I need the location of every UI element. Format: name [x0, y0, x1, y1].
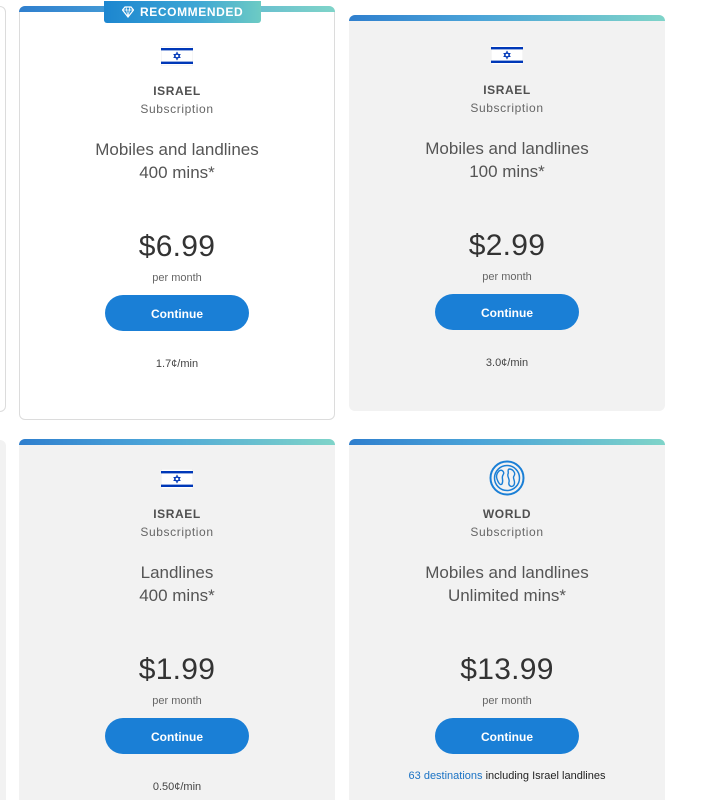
plan-desc-line1: Landlines — [140, 563, 214, 582]
plan-rate: 1.7¢/min — [155, 358, 199, 370]
plan-period: per month — [482, 271, 532, 283]
offscreen-plan-card[interactable] — [0, 6, 6, 412]
plan-desc-line2: 400 mins* — [139, 163, 215, 182]
subscription-plans-page: RECOMMENDED ISRAEL Subscription Mobiles … — [0, 0, 709, 800]
plan-card-israel-100[interactable]: ISRAEL Subscription Mobiles and landline… — [349, 15, 665, 411]
plan-price: $1.99 — [138, 653, 216, 686]
plan-price: $6.99 — [138, 230, 216, 263]
plan-card-israel-landlines[interactable]: ISRAEL Subscription Landlines 400 mins* … — [19, 439, 335, 800]
plan-desc-line2: Unlimited mins* — [447, 586, 567, 605]
card-top-accent — [19, 439, 335, 445]
plan-desc-line2: 100 mins* — [469, 162, 545, 181]
plan-country: ISRAEL — [483, 83, 531, 97]
plan-period: per month — [482, 695, 532, 707]
recommended-badge: RECOMMENDED — [104, 1, 262, 23]
plan-desc-line2: 400 mins* — [139, 586, 215, 605]
card-top-accent — [349, 439, 665, 445]
plan-period: per month — [152, 272, 202, 284]
plan-card-israel-400[interactable]: RECOMMENDED ISRAEL Subscription Mobiles … — [19, 1, 335, 420]
destinations-text: including Israel landlines — [482, 770, 606, 782]
plan-price: $13.99 — [460, 653, 554, 686]
plan-country: ISRAEL — [153, 507, 201, 521]
plan-country: ISRAEL — [153, 84, 201, 98]
plan-desc-line1: Mobiles and landlines — [95, 140, 259, 159]
plan-price: $2.99 — [468, 229, 546, 262]
continue-button[interactable]: Continue — [105, 718, 249, 754]
plan-country: WORLD — [482, 507, 532, 521]
israel-flag-icon — [161, 469, 193, 489]
globe-icon — [489, 460, 525, 496]
continue-button[interactable]: Continue — [105, 295, 249, 331]
plan-type: Subscription — [140, 525, 214, 539]
plan-card-world-unlimited[interactable]: WORLD Subscription Mobiles and landlines… — [349, 439, 665, 800]
israel-flag-icon — [491, 45, 523, 65]
plan-rate: 0.50¢/min — [152, 781, 202, 793]
plan-type: Subscription — [140, 102, 214, 116]
diamond-icon — [122, 6, 134, 18]
recommended-label: RECOMMENDED — [140, 5, 244, 19]
continue-button[interactable]: Continue — [435, 294, 579, 330]
destinations-link[interactable]: 63 destinations — [409, 770, 483, 782]
plan-desc-line1: Mobiles and landlines — [425, 139, 589, 158]
destinations-note: 63 destinations including Israel landlin… — [349, 770, 665, 782]
card-top-accent — [349, 15, 665, 21]
plan-type: Subscription — [470, 525, 544, 539]
plan-rate: 3.0¢/min — [485, 357, 529, 369]
plan-desc-line1: Mobiles and landlines — [425, 563, 589, 582]
plan-type: Subscription — [470, 101, 544, 115]
continue-button[interactable]: Continue — [435, 718, 579, 754]
israel-flag-icon — [161, 46, 193, 66]
offscreen-plan-card[interactable] — [0, 440, 6, 800]
plan-period: per month — [152, 695, 202, 707]
